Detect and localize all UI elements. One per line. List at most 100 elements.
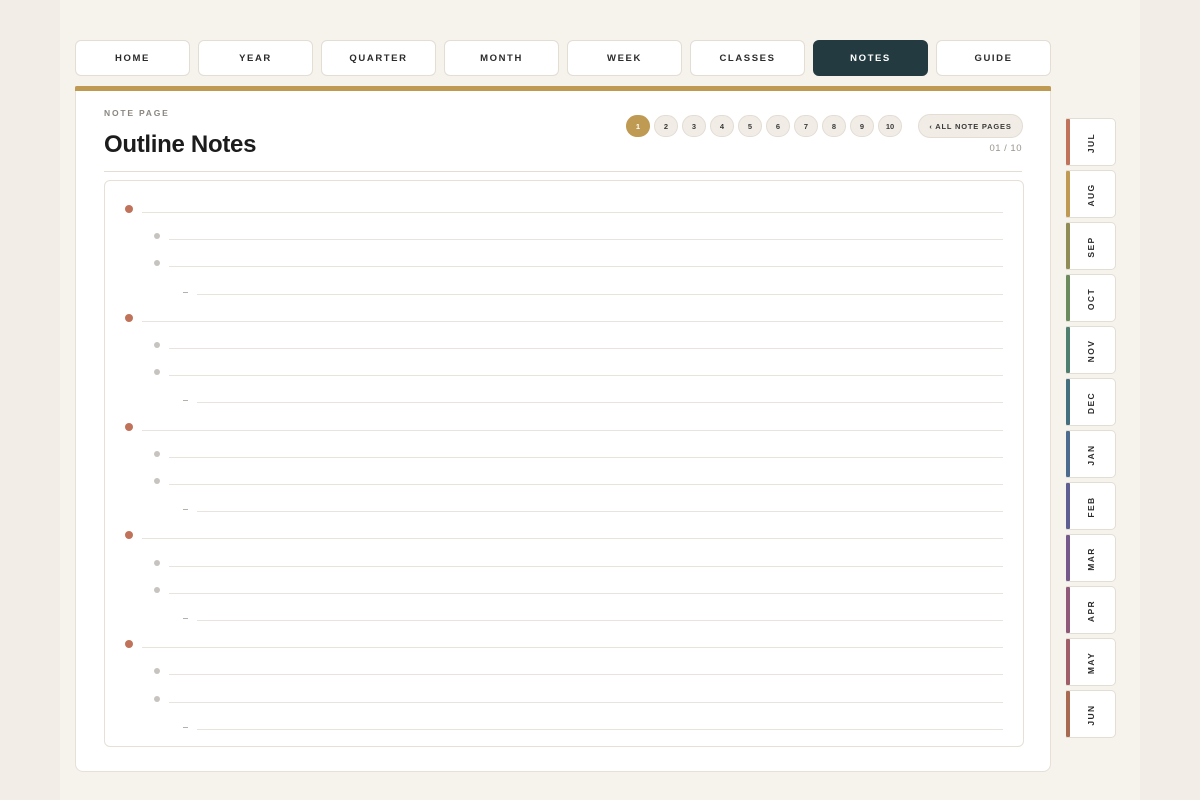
sub-bullet [154,478,160,484]
month-tab-mar[interactable]: MAR [1066,534,1116,582]
note-line[interactable] [197,511,1003,513]
month-label: MAY [1086,651,1096,675]
nav-tab-guide[interactable]: GUIDE [936,40,1051,76]
outline-notes-area [104,180,1024,747]
note-line[interactable] [169,565,1003,567]
sub-dash [183,509,188,511]
month-tab-feb[interactable]: FEB [1066,482,1116,530]
note-line[interactable] [169,266,1003,268]
note-line[interactable] [142,647,1003,649]
sub-bullet [154,233,160,240]
note-line[interactable] [142,538,1003,540]
month-tab-jul[interactable]: JUL [1066,118,1116,166]
page-button-8[interactable]: 8 [822,115,846,137]
sub-bullet [154,586,160,593]
month-tab-sep[interactable]: SEP [1066,222,1116,270]
month-label: NOV [1086,339,1096,363]
month-color-bar [1066,587,1070,633]
month-color-bar [1066,223,1070,269]
note-line[interactable] [169,592,1003,594]
month-color-bar [1066,535,1070,581]
page-button-4[interactable]: 4 [710,115,734,137]
month-color-bar [1066,327,1070,373]
note-line[interactable] [142,212,1003,213]
month-tab-dec[interactable]: DEC [1066,378,1116,426]
page-button-6[interactable]: 6 [766,115,790,137]
sub-bullet [154,260,160,267]
page-button-10[interactable]: 10 [878,115,902,137]
month-label: OCT [1086,287,1096,311]
month-tab-jan[interactable]: JAN [1066,430,1116,478]
sub-bullet [154,559,160,566]
month-tab-may[interactable]: MAY [1066,638,1116,686]
main-bullet [125,205,133,213]
note-line[interactable] [197,620,1003,621]
all-note-pages-button[interactable]: ‹ ALL NOTE PAGES [918,114,1023,138]
page-button-7[interactable]: 7 [794,115,818,137]
note-line[interactable] [169,674,1003,676]
main-bullet [125,640,133,649]
month-label: JAN [1086,444,1096,466]
note-line[interactable] [142,429,1003,431]
page-eyebrow: NOTE PAGE [104,108,170,118]
month-label: JUL [1086,132,1096,154]
page-button-5[interactable]: 5 [738,115,762,137]
nav-tab-notes[interactable]: NOTES [813,40,928,76]
month-tab-jun[interactable]: JUN [1066,690,1116,738]
sub-dash [183,726,188,728]
note-line[interactable] [197,293,1003,295]
month-label: SEP [1086,236,1096,258]
nav-tab-week[interactable]: WEEK [567,40,682,76]
month-color-bar [1066,379,1070,425]
month-label: AUG [1086,183,1096,207]
top-nav: HOME YEAR QUARTER MONTH WEEK CLASSES NOTES GUID… [75,40,1051,76]
month-color-bar [1066,275,1070,321]
nav-tab-classes[interactable]: CLASSES [690,40,805,76]
month-tab-oct[interactable]: OCT [1066,274,1116,322]
main-bullet [125,531,133,540]
page-button-1[interactable]: 1 [626,115,650,137]
notes-card: NOTE PAGE Outline Notes 1 2 3 4 5 6 7 8 9 10 ‹ AL… [75,86,1051,772]
page-button-9[interactable]: 9 [850,115,874,137]
card-accent-bar [75,86,1051,91]
nav-tab-quarter[interactable]: QUARTER [321,40,436,76]
month-tab-apr[interactable]: APR [1066,586,1116,634]
page-button-2[interactable]: 2 [654,115,678,137]
page-button-3[interactable]: 3 [682,115,706,137]
page-title: Outline Notes [104,131,257,158]
month-label: DEC [1086,391,1096,415]
note-line[interactable] [142,320,1003,322]
note-line[interactable] [169,484,1003,485]
note-line[interactable] [169,348,1003,349]
note-line[interactable] [169,239,1003,241]
month-label: JUN [1086,704,1096,726]
sub-bullet [154,342,160,348]
note-line[interactable] [169,456,1003,458]
note-line[interactable] [169,375,1003,377]
month-color-bar [1066,691,1070,737]
sub-bullet [154,668,160,675]
note-line[interactable] [169,701,1003,703]
month-color-bar [1066,171,1070,217]
sub-dash [183,618,188,619]
month-tab-aug[interactable]: AUG [1066,170,1116,218]
nav-tab-home[interactable]: HOME [75,40,190,76]
page-counter: 01 / 10 [989,143,1022,154]
month-tab-nov[interactable]: NOV [1066,326,1116,374]
month-label: FEB [1086,496,1096,518]
nav-tab-month[interactable]: MONTH [444,40,559,76]
main-bullet [125,422,133,431]
month-color-bar [1066,639,1070,685]
month-label: MAR [1086,547,1096,571]
month-color-bar [1066,119,1070,165]
main-bullet [125,313,133,322]
month-color-bar [1066,483,1070,529]
note-line[interactable] [197,402,1003,404]
sub-dash [183,291,188,293]
title-divider [104,171,1022,172]
nav-tab-year[interactable]: YEAR [198,40,313,76]
sub-bullet [154,695,160,702]
note-line[interactable] [197,728,1003,730]
sub-dash [183,400,188,402]
sub-bullet [154,450,160,457]
